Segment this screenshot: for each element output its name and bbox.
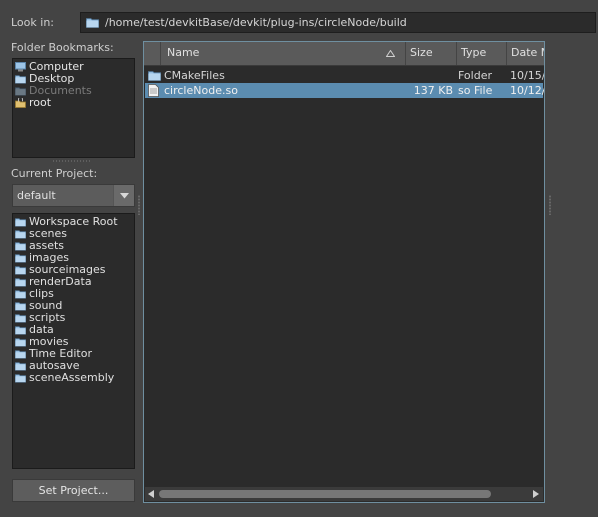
project-folder-list[interactable]: Workspace Root scenes assets images sour… bbox=[12, 213, 135, 469]
file-icon bbox=[148, 84, 159, 97]
chevron-down-icon[interactable] bbox=[113, 185, 134, 206]
scrollbar-thumb[interactable] bbox=[159, 490, 491, 498]
file-list-header: Name Size Type Date Mo bbox=[144, 42, 544, 66]
folder-icon bbox=[15, 217, 26, 227]
project-item-sceneassembly[interactable]: sceneAssembly bbox=[15, 372, 132, 384]
look-in-label: Look in: bbox=[11, 16, 54, 29]
project-item-label: sceneAssembly bbox=[29, 371, 115, 384]
folder-icon bbox=[15, 253, 26, 263]
bookmark-root[interactable]: root bbox=[15, 97, 132, 109]
folder-icon bbox=[15, 373, 26, 383]
folder-icon bbox=[15, 313, 26, 323]
folder-icon bbox=[15, 361, 26, 371]
project-dropdown[interactable]: default bbox=[12, 184, 135, 207]
folder-bookmarks-list[interactable]: Computer Desktop Documents root bbox=[12, 58, 135, 158]
folder-icon bbox=[15, 86, 26, 96]
file-date: 10/15/... bbox=[510, 69, 545, 82]
home-folder-icon bbox=[15, 98, 26, 108]
file-type: so File bbox=[458, 84, 493, 97]
file-name: circleNode.so bbox=[164, 84, 238, 97]
sort-ascending-icon bbox=[386, 50, 395, 57]
folder-icon bbox=[15, 277, 26, 287]
computer-icon bbox=[15, 62, 26, 72]
folder-icon bbox=[148, 70, 161, 81]
folder-bookmarks-label: Folder Bookmarks: bbox=[11, 41, 114, 54]
file-date: 10/12/... bbox=[510, 84, 545, 97]
column-header-size[interactable]: Size bbox=[406, 42, 457, 65]
folder-icon bbox=[15, 337, 26, 347]
project-dropdown-value: default bbox=[17, 189, 56, 202]
column-header-date[interactable]: Date Mo bbox=[507, 42, 544, 65]
bookmark-label: root bbox=[29, 96, 52, 109]
horizontal-scrollbar[interactable] bbox=[145, 487, 543, 501]
set-project-button[interactable]: Set Project... bbox=[12, 479, 135, 502]
file-size: 137 KB bbox=[413, 84, 453, 97]
bookmarks-splitter[interactable] bbox=[52, 160, 92, 162]
folder-icon bbox=[15, 349, 26, 359]
file-list[interactable]: Name Size Type Date Mo CMakeFiles Folder… bbox=[143, 41, 545, 503]
folder-icon bbox=[15, 289, 26, 299]
header-spacer bbox=[144, 42, 161, 65]
file-row-circlenode-so[interactable]: circleNode.so 137 KB so File 10/12/... bbox=[145, 83, 545, 98]
left-splitter-handle[interactable] bbox=[138, 195, 140, 215]
file-name: CMakeFiles bbox=[164, 69, 225, 82]
folder-icon bbox=[15, 229, 26, 239]
look-in-path: /home/test/devkitBase/devkit/plug-ins/ci… bbox=[105, 16, 407, 29]
column-header-type[interactable]: Type bbox=[457, 42, 507, 65]
right-splitter-handle[interactable] bbox=[549, 195, 551, 215]
folder-icon bbox=[86, 17, 99, 28]
folder-icon bbox=[15, 301, 26, 311]
file-type: Folder bbox=[458, 69, 492, 82]
scroll-right-icon[interactable] bbox=[533, 490, 539, 498]
file-row-cmakefiles[interactable]: CMakeFiles Folder 10/15/... bbox=[145, 68, 545, 83]
folder-icon bbox=[15, 241, 26, 251]
folder-icon bbox=[15, 74, 26, 84]
folder-icon bbox=[15, 265, 26, 275]
look-in-path-field[interactable]: /home/test/devkitBase/devkit/plug-ins/ci… bbox=[80, 12, 596, 33]
column-header-name[interactable]: Name bbox=[161, 42, 406, 65]
folder-icon bbox=[15, 325, 26, 335]
current-project-label: Current Project: bbox=[11, 167, 98, 180]
scroll-left-icon[interactable] bbox=[148, 490, 154, 498]
